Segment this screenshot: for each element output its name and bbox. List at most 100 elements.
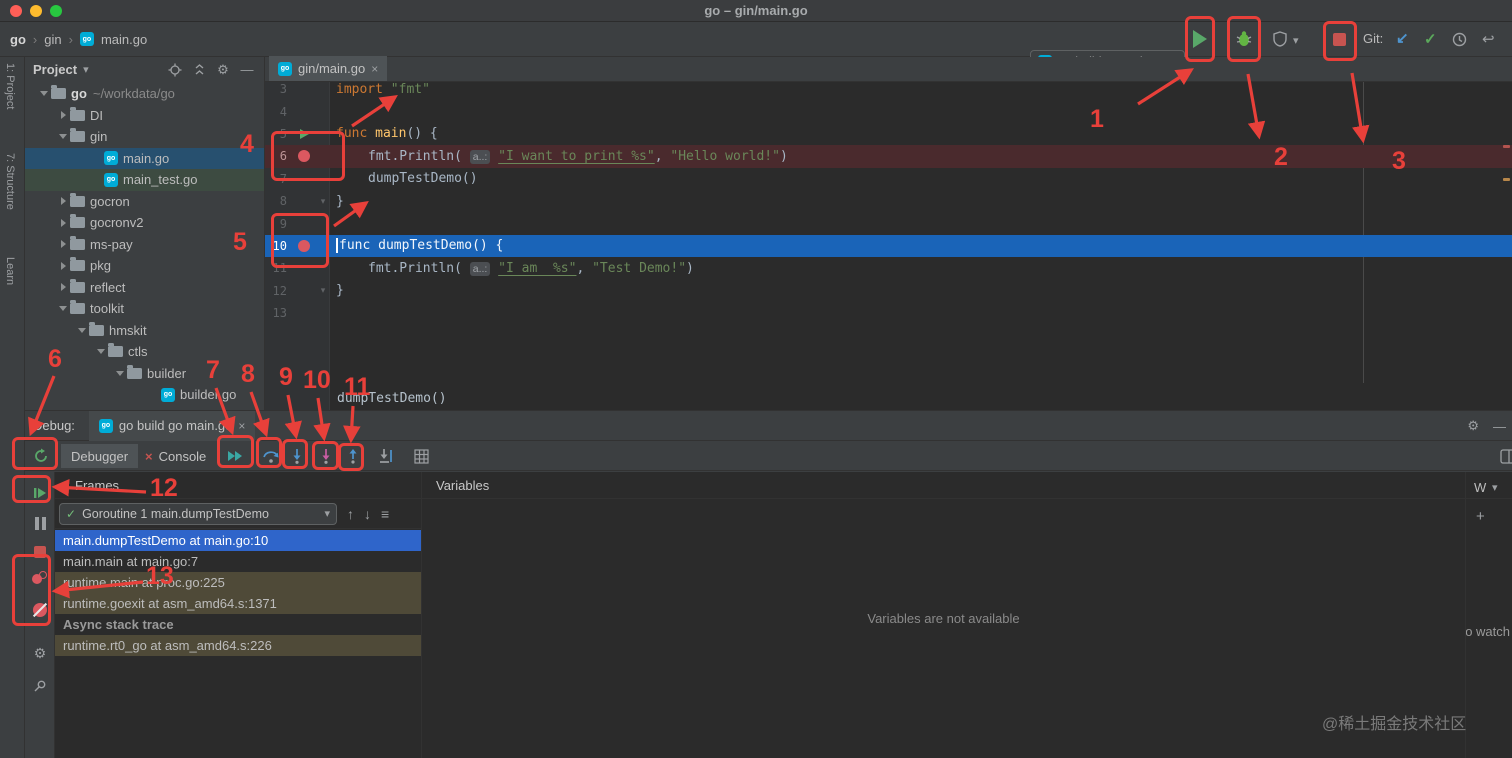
- breadcrumb-folder[interactable]: gin: [44, 32, 61, 47]
- editor-tab[interactable]: go gin/main.go ×: [269, 56, 388, 81]
- rollback-button[interactable]: ↩: [1482, 30, 1495, 48]
- code-line-10[interactable]: 10 func dumpTestDemo() {: [265, 234, 1512, 258]
- breakpoint-icon[interactable]: [292, 239, 316, 252]
- code-line-5[interactable]: 5 func main() {: [265, 123, 1512, 145]
- tree-item-toolkit[interactable]: toolkit: [25, 298, 264, 320]
- tool-strip-structure[interactable]: 7: Structure: [4, 153, 16, 210]
- tree-item-reflect[interactable]: reflect: [25, 277, 264, 299]
- chevron-collapsed-icon[interactable]: [56, 240, 70, 249]
- tree-item-gocronv2[interactable]: gocronv2: [25, 212, 264, 234]
- run-button[interactable]: [1193, 30, 1207, 48]
- run-gutter-icon[interactable]: [292, 128, 316, 139]
- frame-row[interactable]: main.dumpTestDemo at main.go:10: [55, 530, 421, 551]
- pin-button[interactable]: [31, 677, 49, 695]
- code-line-3[interactable]: 3 import "fmt": [265, 82, 1512, 100]
- debug-gear-button[interactable]: ⚙: [31, 644, 49, 662]
- chevron-down-icon[interactable]: ▾: [83, 63, 89, 76]
- pause-button[interactable]: [31, 514, 49, 532]
- stop-button[interactable]: [1333, 33, 1346, 46]
- tree-item-gin[interactable]: gin: [25, 126, 264, 148]
- fold-marker-icon[interactable]: ▾: [316, 196, 330, 207]
- breakpoint-icon[interactable]: [292, 150, 316, 163]
- tree-item-main_test.go[interactable]: go main_test.go: [25, 169, 264, 191]
- run-to-cursor-button[interactable]: [377, 446, 397, 466]
- history-button[interactable]: [1452, 32, 1467, 47]
- frame-row[interactable]: runtime.goexit at asm_amd64.s:1371: [55, 593, 421, 614]
- code-line-12[interactable]: 12 ▾}: [265, 280, 1512, 302]
- frames-menu-button[interactable]: ≡: [381, 506, 389, 522]
- add-watch-button[interactable]: +: [1476, 508, 1485, 525]
- code-line-13[interactable]: 13: [265, 302, 1512, 324]
- debug-settings-button[interactable]: ⚙: [1467, 418, 1479, 434]
- frame-row[interactable]: runtime.rt0_go at asm_amd64.s:226: [55, 635, 421, 656]
- debug-session-tab[interactable]: go go build go main.go ×: [88, 410, 256, 441]
- frame-row[interactable]: Async stack trace: [55, 614, 421, 635]
- chevron-expanded-icon[interactable]: [56, 306, 70, 312]
- tree-item-ctls[interactable]: ctls: [25, 341, 264, 363]
- mute-breakpoints-button[interactable]: [31, 601, 49, 619]
- close-window-button[interactable]: [10, 5, 22, 17]
- code-line-7[interactable]: 7 dumpTestDemo(): [265, 168, 1512, 190]
- step-into-button[interactable]: [287, 446, 307, 466]
- minimize-window-button[interactable]: [30, 5, 42, 17]
- resume-button[interactable]: [31, 484, 49, 502]
- code-line-6[interactable]: 6 fmt.Println( a..: "I want to print %s",…: [265, 145, 1512, 168]
- chevron-down-icon[interactable]: ▾: [1293, 34, 1299, 47]
- view-breakpoints-button[interactable]: [31, 570, 49, 588]
- tool-strip-project[interactable]: 1: Project: [4, 63, 16, 109]
- chevron-expanded-icon[interactable]: [75, 327, 89, 333]
- breadcrumb-file[interactable]: main.go: [101, 32, 147, 47]
- tree-item-go[interactable]: go ~/workdata/go: [25, 83, 264, 105]
- debug-button[interactable]: [1235, 30, 1253, 48]
- locate-file-button[interactable]: [166, 63, 184, 77]
- git-update-button[interactable]: ↙: [1396, 29, 1409, 47]
- rerun-button[interactable]: [31, 446, 51, 466]
- hide-panel-button[interactable]: —: [238, 62, 256, 77]
- tool-strip-learn[interactable]: Learn: [4, 257, 16, 285]
- tree-item-builder.go[interactable]: go builder.go: [25, 384, 264, 406]
- chevron-collapsed-icon[interactable]: [56, 218, 70, 227]
- project-title[interactable]: Project: [33, 62, 77, 77]
- tab-debugger[interactable]: Debugger: [61, 444, 139, 468]
- code-line-8[interactable]: 8 ▾}: [265, 190, 1512, 212]
- close-tab-icon[interactable]: ×: [371, 62, 378, 76]
- chevron-collapsed-icon[interactable]: [56, 283, 70, 292]
- chevron-collapsed-icon[interactable]: [56, 261, 70, 270]
- step-over-button[interactable]: [261, 446, 281, 466]
- close-session-icon[interactable]: ×: [238, 419, 245, 433]
- chevron-expanded-icon[interactable]: [56, 134, 70, 140]
- chevron-expanded-icon[interactable]: [113, 370, 127, 376]
- chevron-expanded-icon[interactable]: [37, 91, 51, 97]
- tree-item-main.go[interactable]: go main.go: [25, 147, 264, 169]
- step-out-button[interactable]: [343, 446, 363, 466]
- tree-item-DI[interactable]: DI: [25, 105, 264, 127]
- chevron-collapsed-icon[interactable]: [56, 111, 70, 120]
- view-layout-button[interactable]: [411, 446, 431, 466]
- zoom-window-button[interactable]: [50, 5, 62, 17]
- code-line-11[interactable]: 11 fmt.Println( a..: "I am %s", "Test Dem…: [265, 257, 1512, 279]
- force-step-into-button[interactable]: [316, 446, 336, 466]
- thread-selector[interactable]: ✓ Goroutine 1 main.dumpTestDemo ▾: [59, 502, 337, 525]
- frame-up-button[interactable]: ↑: [347, 506, 354, 522]
- error-stripe-mark[interactable]: [1503, 145, 1510, 148]
- frame-row[interactable]: runtime.main at proc.go:225: [55, 572, 421, 593]
- collapse-all-button[interactable]: [190, 63, 208, 76]
- chevron-expanded-icon[interactable]: [94, 349, 108, 355]
- tree-item-ms-pay[interactable]: ms-pay: [25, 234, 264, 256]
- coverage-button[interactable]: [1272, 31, 1288, 47]
- settings-button[interactable]: ⚙: [214, 62, 232, 78]
- breadcrumb-project[interactable]: go: [10, 32, 26, 47]
- code-line-4[interactable]: 4: [265, 100, 1512, 122]
- tab-console[interactable]: × Console: [135, 444, 216, 468]
- frame-row[interactable]: main.main at main.go:7: [55, 551, 421, 572]
- chevron-collapsed-icon[interactable]: [56, 197, 70, 206]
- tree-item-gocron[interactable]: gocron: [25, 191, 264, 213]
- watches-collapsed-label[interactable]: W: [1474, 480, 1486, 495]
- git-commit-button[interactable]: ✓: [1424, 30, 1437, 48]
- debug-hide-button[interactable]: —: [1493, 419, 1506, 434]
- code-editor[interactable]: 3 import "fmt" 4 5 func main() {6 fmt.Println…: [265, 82, 1512, 410]
- tree-item-builder[interactable]: builder: [25, 363, 264, 385]
- chevron-down-icon[interactable]: ▾: [1492, 481, 1498, 494]
- fold-marker-icon[interactable]: ▾: [316, 285, 330, 296]
- tree-item-hmskit[interactable]: hmskit: [25, 320, 264, 342]
